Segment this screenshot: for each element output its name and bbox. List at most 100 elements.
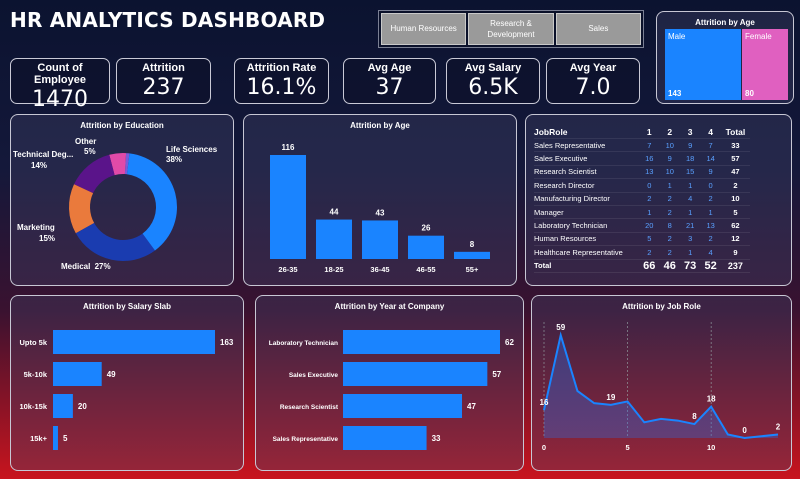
bar-category-label: 15k+ (30, 434, 48, 443)
donut-label-other: Other (75, 137, 96, 146)
table-cell: 13 (706, 221, 715, 231)
age-bar-value: 116 (282, 143, 295, 152)
table-body: Sales Representative 7 10 9 7 33 Sales Executi… (534, 139, 750, 260)
donut-slice[interactable] (75, 223, 155, 261)
hbar-value: 163 (220, 338, 234, 347)
table-cell: 3 (688, 234, 693, 244)
table-row[interactable]: Sales Representative 7 10 9 7 33 (534, 139, 750, 153)
hbar-value: 49 (107, 370, 116, 379)
age-bar[interactable] (270, 155, 306, 259)
gender-tile-female[interactable]: Female 80 (742, 29, 788, 100)
kpi-attrition: Attrition 237 (116, 58, 211, 104)
table-cell: 7 (647, 140, 652, 150)
area-data-label: 8 (692, 412, 697, 421)
age-bar-value: 44 (330, 208, 339, 217)
hbar[interactable] (343, 426, 427, 450)
slicer-option-sales[interactable]: Sales (555, 13, 641, 45)
donut-label-life-sciences: Life Sciences (166, 145, 218, 154)
table-cell: Total (534, 261, 552, 271)
column-header[interactable]: 2 (660, 127, 680, 137)
hbar[interactable] (53, 330, 215, 354)
education-donut-chart: Life Sciences 38% Other 5% Technical Deg… (13, 137, 218, 271)
table-cell: Sales Representative (534, 140, 606, 150)
hbar-value: 47 (467, 402, 476, 411)
hbar[interactable] (53, 426, 58, 450)
table-row[interactable]: Human Resources 5 2 3 2 12 (534, 233, 750, 247)
kpi-label: Avg Year (569, 62, 617, 74)
table-cell: 2 (708, 234, 713, 244)
hbar[interactable] (53, 362, 102, 386)
table-cell: 9 (708, 167, 713, 177)
table-row[interactable]: Research Scientist 13 10 15 9 47 (534, 166, 750, 180)
age-bar-value: 8 (470, 240, 475, 249)
jobrole-matrix-panel: JobRole 1 2 3 4 Total Sales Representati… (525, 114, 792, 286)
donut-label-technical: Technical Deg... (13, 150, 73, 159)
table-row[interactable]: Healthcare Representative 2 2 1 4 9 (534, 246, 750, 260)
gender-tile-value: 80 (745, 89, 754, 98)
kpi-label: Count of Employee (34, 62, 86, 86)
slicer-option-research-development[interactable]: Research & Development (468, 13, 554, 45)
column-header[interactable]: Total (721, 127, 750, 137)
area-fill (544, 335, 778, 438)
hbar[interactable] (343, 362, 488, 386)
table-cell: 12 (731, 234, 740, 244)
table-row[interactable]: Manufacturing Director 2 2 4 2 10 (534, 193, 750, 206)
age-bar[interactable] (454, 251, 490, 259)
table-cell: 2 (733, 180, 738, 190)
hbar[interactable] (53, 394, 73, 418)
job-role-area-chart: 16 59 19 8 18 0 2 0 5 10 (540, 322, 781, 452)
age-tick-label: 18-25 (324, 265, 343, 274)
table-row[interactable]: Manager 1 2 1 1 5 (534, 206, 750, 220)
table-row[interactable]: Research Director 0 1 1 0 2 (534, 179, 750, 193)
age-bar[interactable] (408, 235, 444, 259)
column-header[interactable]: JobRole (534, 127, 639, 137)
attrition-by-salary-slab-panel: Attrition by Salary Slab Upto 5k 163 5k-10… (10, 295, 244, 471)
table-cell: 0 (708, 180, 713, 190)
table-cell: 0 (647, 180, 652, 190)
table-header-row: JobRole 1 2 3 4 Total (534, 125, 750, 139)
age-bar[interactable] (316, 219, 352, 259)
table-cell: 5 (647, 234, 652, 244)
donut-slice[interactable] (126, 153, 177, 251)
donut-pct-technical: 14% (31, 161, 47, 170)
table-cell: Laboratory Technician (534, 221, 608, 231)
column-header[interactable]: 3 (680, 127, 700, 137)
hbar-value: 5 (63, 434, 68, 443)
panel-title: Attrition by Age (695, 18, 755, 27)
hbar[interactable] (343, 330, 500, 354)
hbar[interactable] (343, 394, 463, 418)
table-total-row: Total 66 46 73 52 237 (534, 260, 750, 273)
table-cell: 47 (731, 167, 740, 177)
table-cell: Research Scientist (534, 167, 597, 177)
svg-text:Medical 27%: Medical 27% (61, 262, 111, 271)
slicer-option-human-resources[interactable]: Human Resources (381, 13, 467, 45)
attrition-by-gender-panel: Attrition by Age Male 143 Female 80 (656, 11, 794, 104)
attrition-by-education-panel: Attrition by Education Life Sciences 38%… (10, 114, 234, 286)
column-header[interactable]: 4 (700, 127, 720, 137)
kpi-avg-salary: Avg Salary 6.5K (446, 58, 540, 104)
kpi-count-of-employee: Count of Employee 1470 (10, 58, 110, 112)
hbar-value: 20 (78, 402, 87, 411)
table-cell: 2 (647, 194, 652, 204)
table-row[interactable]: Laboratory Technician 20 8 21 13 62 (534, 219, 750, 233)
table-cell: 2 (667, 207, 672, 217)
table-row[interactable]: Sales Executive 16 9 18 14 57 (534, 152, 750, 166)
area-data-label: 19 (606, 393, 615, 402)
table-cell: 1 (708, 207, 713, 217)
gender-tile-male[interactable]: Male 143 (665, 29, 741, 100)
kpi-label: Attrition Rate (246, 62, 317, 74)
gender-tile-label: Male (668, 32, 686, 41)
age-bar[interactable] (362, 220, 398, 259)
table-cell: 1 (688, 180, 693, 190)
table-cell: 46 (663, 259, 676, 272)
column-header[interactable]: 1 (639, 127, 659, 137)
donut-pct-life-sciences: 38% (166, 155, 182, 164)
table-cell: 16 (645, 154, 654, 164)
table-cell: 7 (708, 140, 713, 150)
bar-category-label: Laboratory Technician (269, 340, 338, 347)
table-cell: 4 (688, 194, 693, 204)
hbar-value: 33 (432, 434, 441, 443)
table-cell: 8 (667, 221, 672, 231)
table-cell: Manager (534, 207, 564, 217)
table-cell: Human Resources (534, 234, 597, 244)
